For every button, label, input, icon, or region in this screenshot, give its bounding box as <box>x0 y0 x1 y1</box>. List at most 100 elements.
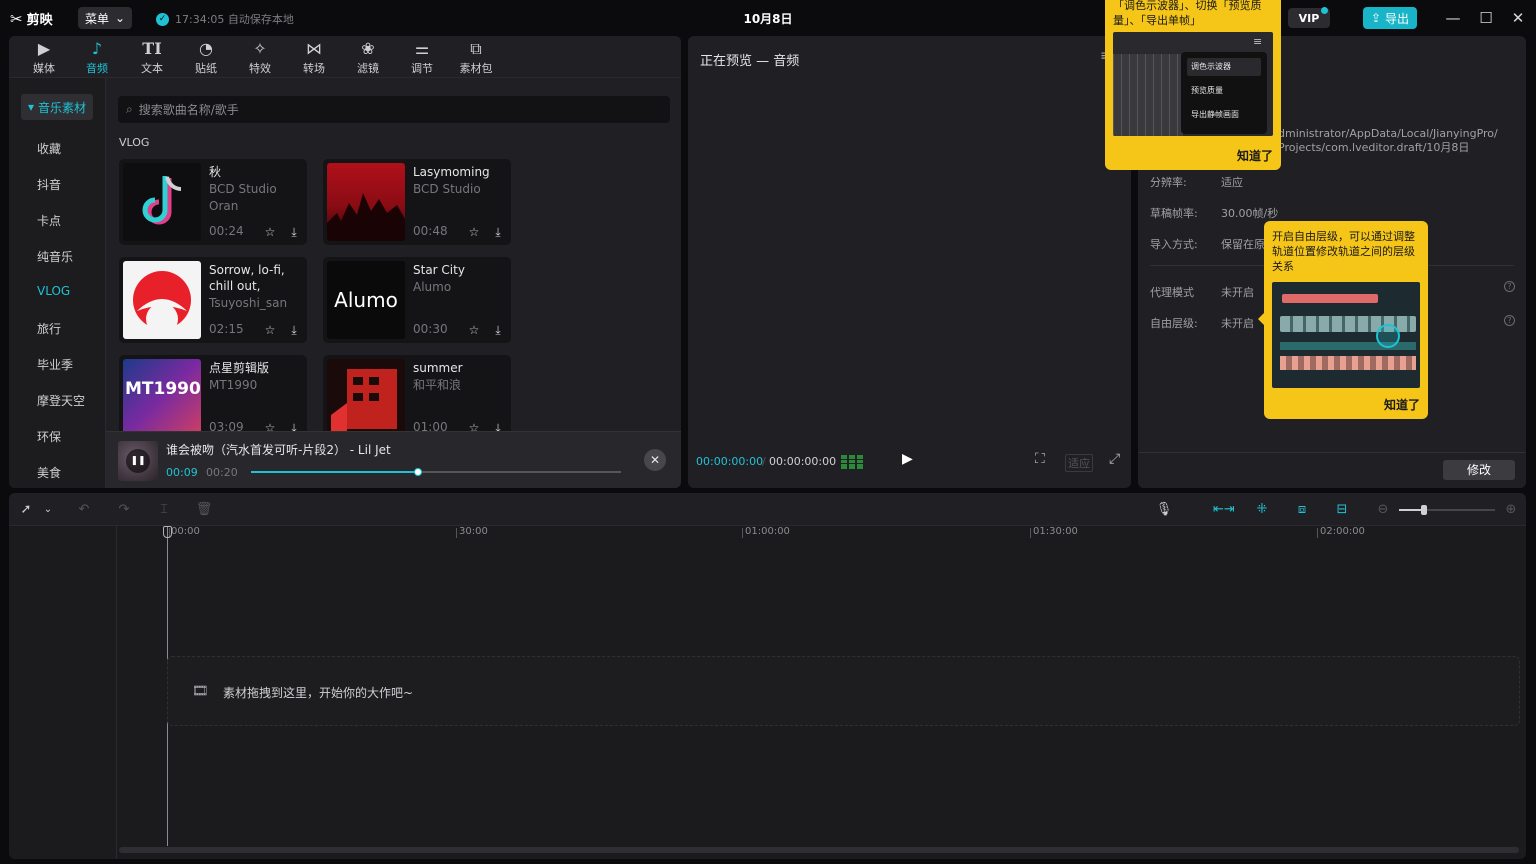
play-icon[interactable]: ▶ <box>902 451 913 467</box>
export-button[interactable]: ⇪ 导出 <box>1363 7 1417 29</box>
track-headers <box>9 526 117 859</box>
track-duration: 00:30 <box>413 322 448 336</box>
horizontal-scrollbar[interactable] <box>119 847 1519 853</box>
favorite-star-icon[interactable]: ☆ <box>262 322 278 338</box>
timeline-drop-zone[interactable]: 🎞 素材拖拽到这里，开始你的大作吧~ <box>167 656 1520 726</box>
menu-button[interactable]: 菜单 ⌄ <box>78 7 132 29</box>
fullscreen-crop-icon[interactable]: ⛶ <box>1035 451 1045 467</box>
album-thumbnail: Alumo <box>327 261 405 339</box>
download-icon[interactable]: ⤓ <box>286 224 302 240</box>
vip-button[interactable]: VIP <box>1288 7 1330 28</box>
ruler-tick <box>456 528 457 538</box>
tab-label: 文本 <box>141 62 163 75</box>
tab-audio[interactable]: ♪ 音频 <box>72 38 122 78</box>
delete-icon[interactable]: 🗑 <box>195 501 213 519</box>
category-item-food[interactable]: 美食 <box>37 464 61 481</box>
close-icon[interactable]: ✕ <box>1508 8 1528 28</box>
progress-knob[interactable] <box>413 468 422 476</box>
tab-transition[interactable]: ⋈ 转场 <box>289 38 339 78</box>
pause-icon[interactable]: ❚❚ <box>126 449 150 473</box>
maximize-icon[interactable]: ☐ <box>1476 8 1496 28</box>
download-icon[interactable]: ⤓ <box>490 322 506 338</box>
music-card[interactable]: MT1990 点星剪辑版 MT1990 03:09 ☆ ⤓ <box>119 355 307 441</box>
chevron-down-icon: ⌄ <box>114 11 126 25</box>
got-it-button[interactable]: 知道了 <box>1384 396 1420 413</box>
split-icon[interactable]: ⌶ <box>155 501 173 519</box>
favorite-star-icon[interactable]: ☆ <box>466 224 482 240</box>
zoom-slider[interactable] <box>1399 505 1495 515</box>
track-title: summer <box>413 361 463 375</box>
category-item-instrumental[interactable]: 纯音乐 <box>37 248 73 265</box>
favorite-star-icon[interactable]: ☆ <box>262 224 278 240</box>
preview-menu-tooltip: 「调色示波器」、切换「预览质量」、「导出单帧」 ≡ 调色示波器 预览质量 导出静… <box>1105 0 1281 170</box>
category-item-beat[interactable]: 卡点 <box>37 212 61 229</box>
download-icon[interactable]: ⤓ <box>286 322 302 338</box>
tab-label: 特效 <box>249 62 271 75</box>
redo-icon[interactable]: ↷ <box>115 501 133 519</box>
search-input[interactable] <box>138 102 639 117</box>
preview-title: 正在预览 — 音频 <box>700 54 800 69</box>
tab-adjust[interactable]: ⚌ 调节 <box>397 38 447 78</box>
music-card[interactable]: summer 和平和浪 01:00 ☆ ⤓ <box>323 355 511 441</box>
export-icon: ⇪ <box>1370 11 1382 25</box>
info-icon[interactable]: ? <box>1504 315 1515 326</box>
microphone-icon[interactable]: 🎙 <box>1155 501 1173 519</box>
zoom-knob[interactable] <box>1421 505 1427 515</box>
got-it-button[interactable]: 知道了 <box>1237 147 1273 164</box>
resolution-label: 分辨率: <box>1150 176 1187 189</box>
track-artist: BCD Studio <box>209 182 277 196</box>
select-cursor-icon[interactable]: ➚ <box>17 501 35 519</box>
progress-slider[interactable] <box>251 468 621 476</box>
zoom-out-icon[interactable]: ⊖ <box>1374 501 1392 519</box>
tab-text[interactable]: TI 文本 <box>127 38 177 78</box>
tab-effects[interactable]: ✧ 特效 <box>235 38 285 78</box>
minimize-icon[interactable]: — <box>1443 8 1463 28</box>
tab-filter[interactable]: ❀ 滤镜 <box>343 38 393 78</box>
download-icon[interactable]: ⤓ <box>490 224 506 240</box>
category-item-favorites[interactable]: 收藏 <box>37 140 61 157</box>
cursor-highlight-icon <box>1376 324 1400 348</box>
expand-icon[interactable]: ⤢ <box>1109 451 1120 467</box>
app-name: 剪映 <box>26 13 53 28</box>
playhead-handle[interactable] <box>163 526 172 538</box>
category-header-music[interactable]: ▾ 音乐素材 <box>21 94 93 120</box>
framerate-value: 30.00帧/秒 <box>1221 207 1279 220</box>
category-item-vlog[interactable]: VLOG <box>37 284 70 298</box>
close-player-icon[interactable]: ✕ <box>644 449 666 471</box>
audio-icon: ♪ <box>91 39 103 58</box>
current-time: 00:09 <box>166 466 198 479</box>
chevron-down-icon[interactable]: ⌄ <box>39 501 57 519</box>
auto-snap-icon[interactable]: ⇤⇥ <box>1213 501 1235 519</box>
tab-package[interactable]: ⧉ 素材包 <box>451 38 501 78</box>
track-duration: 00:48 <box>413 224 448 238</box>
preview-axis-icon[interactable]: ⧈ <box>1293 501 1311 519</box>
zoom-in-icon[interactable]: ⊕ <box>1502 501 1520 519</box>
tooltip-text: 「调色示波器」、切换「预览质量」、「导出单帧」 <box>1113 0 1262 27</box>
undo-icon[interactable]: ↶ <box>75 501 93 519</box>
audio-player-bar: ❚❚ 谁会被吻（汽水首发可听-片段2） - Lil Jet 00:09 00:2… <box>106 431 681 488</box>
category-item-eco[interactable]: 环保 <box>37 428 61 445</box>
music-card[interactable]: 秋 BCD Studio Oran 00:24 ☆ ⤓ <box>119 159 307 245</box>
framerate-label: 草稿帧率: <box>1150 207 1198 220</box>
music-card[interactable]: Alumo Star City Alumo 00:30 ☆ ⤓ <box>323 257 511 343</box>
tab-sticker[interactable]: ◔ 贴纸 <box>181 38 231 78</box>
music-card[interactable]: Sorrow, lo-fi, chill out, loop(... Tsuyo… <box>119 257 307 343</box>
music-card[interactable]: Lasymoming BCD Studio 00:48 ☆ ⤓ <box>323 159 511 245</box>
tooltip-menu-item: 预览质量 <box>1191 86 1223 95</box>
linkage-icon[interactable]: ⁜ <box>1253 501 1271 519</box>
category-item-modern-sky[interactable]: 摩登天空 <box>37 392 85 409</box>
time-ruler[interactable]: 00:00 30:00 01:00:00 01:30:00 02:00:00 <box>117 526 1526 540</box>
tab-media[interactable]: ▶ 媒体 <box>19 38 69 78</box>
category-item-graduation[interactable]: 毕业季 <box>37 356 73 373</box>
main-track-magnet-icon[interactable]: ⊟ <box>1333 501 1351 519</box>
category-item-douyin[interactable]: 抖音 <box>37 176 61 193</box>
edit-button[interactable]: 修改 <box>1443 460 1515 480</box>
favorite-star-icon[interactable]: ☆ <box>466 322 482 338</box>
info-icon[interactable]: ? <box>1504 281 1515 292</box>
text-icon: TI <box>142 39 162 58</box>
export-label: 导出 <box>1385 11 1410 26</box>
title-bar: ✂ 剪映 菜单 ⌄ ✓ 17:34:05 自动保存本地 10月8日 VIP ⇪ … <box>0 0 1536 36</box>
fit-button[interactable]: 适应 <box>1065 454 1093 472</box>
category-item-travel[interactable]: 旅行 <box>37 320 61 337</box>
ruler-tick <box>742 528 743 538</box>
